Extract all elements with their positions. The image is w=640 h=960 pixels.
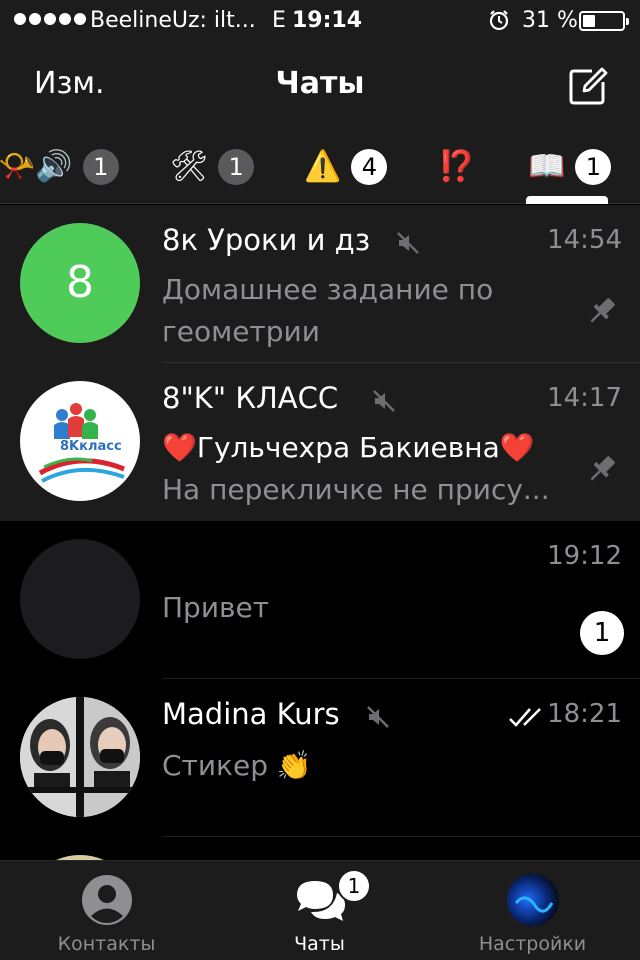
chat-row-8k-uroki[interactable]: 8 8к Уроки и дз 14:54 Домашнее задание п… xyxy=(0,205,640,363)
tab-label: Чаты xyxy=(294,933,345,955)
tab-settings[interactable]: Настройки xyxy=(426,861,639,960)
tab-chats[interactable]: 1 Чаты xyxy=(213,861,426,960)
folder-badge: 1 xyxy=(82,149,119,185)
folder-emoji: 📖 xyxy=(528,149,566,184)
folder-tab-important[interactable]: ⁉️ xyxy=(438,140,475,194)
chat-sender: ❤️Гульчехра Бакиевна❤️ xyxy=(162,431,535,464)
avatar: 8 xyxy=(20,223,140,343)
folder-tab-tools[interactable]: 🛠 1 xyxy=(170,140,255,194)
compose-icon[interactable] xyxy=(566,64,610,108)
muted-speaker-icon xyxy=(373,390,395,412)
folder-tab-school[interactable]: 📖 1 xyxy=(528,140,612,194)
chat-name: Madina Kurs xyxy=(162,697,340,731)
folder-emoji: 🛠 xyxy=(170,149,209,184)
chat-row-partial[interactable] xyxy=(0,837,640,860)
status-bar: BeelineUz: ilt... E 19:14 31 % xyxy=(0,0,640,42)
avatar: 8Kкласс xyxy=(20,381,140,501)
chat-preview: Стикер 👏 xyxy=(162,749,312,782)
chat-row-8k-klass[interactable]: 8Kкласс 8"K" КЛАСС 14:17 ❤️Гульчехра Бак… xyxy=(0,363,640,521)
chat-time: 14:17 xyxy=(547,383,622,413)
muted-speaker-icon xyxy=(367,706,389,728)
tab-bar: Контакты 1 Чаты Настройки xyxy=(0,860,640,960)
avatar-logo-text: 8Kкласс xyxy=(60,439,122,454)
navigation-bar: Изм. Чаты xyxy=(0,42,640,130)
pin-icon xyxy=(590,456,615,481)
chat-preview: Домашнее задание по геометрии xyxy=(162,273,494,348)
avatar xyxy=(20,697,140,817)
unread-badge: 1 xyxy=(580,611,624,655)
network-type: E xyxy=(272,8,286,33)
active-tab-indicator xyxy=(526,196,608,204)
folder-badge: 1 xyxy=(218,149,255,185)
contacts-icon xyxy=(81,875,132,925)
chat-name: 8к Уроки и дз xyxy=(162,223,371,257)
alarm-icon xyxy=(489,10,509,31)
double-check-icon xyxy=(509,708,541,727)
chat-name: 8"K" КЛАСС xyxy=(162,381,339,415)
tab-contacts[interactable]: Контакты xyxy=(0,861,213,960)
folder-tab-warning[interactable]: ⚠️ 4 xyxy=(304,140,388,194)
chat-list: 8 8к Уроки и дз 14:54 Домашнее задание п… xyxy=(0,205,640,860)
signal-dots-icon xyxy=(14,13,86,25)
avatar xyxy=(20,539,140,659)
folder-badge: 4 xyxy=(351,149,388,185)
folder-badge: 1 xyxy=(575,149,612,185)
folder-emoji: ⚠️ xyxy=(304,149,342,184)
battery-icon xyxy=(579,11,629,31)
pin-icon xyxy=(590,298,615,323)
page-title: Чаты xyxy=(275,66,365,101)
chat-time: 19:12 xyxy=(547,541,622,571)
profile-avatar-icon xyxy=(506,874,559,926)
folder-emoji: ⁉️ xyxy=(438,149,476,184)
chat-row-unnamed[interactable]: 19:12 Привет 1 xyxy=(0,521,640,679)
chat-preview: На перекличке не прису... xyxy=(162,473,550,506)
carrier-name: BeelineUz: ilt... xyxy=(90,8,256,33)
tab-badge: 1 xyxy=(337,869,371,903)
chat-time: 14:54 xyxy=(547,225,622,255)
folder-tabs: 📯🔊 1 🛠 1 ⚠️ 4 ⁉️ 📖 1 xyxy=(0,130,640,204)
tab-label: Контакты xyxy=(57,933,156,955)
chat-row-madina-kurs[interactable]: Madina Kurs 18:21 Стикер 👏 xyxy=(0,679,640,837)
folder-tab-announcements[interactable]: 📯🔊 1 xyxy=(0,140,119,194)
muted-speaker-icon xyxy=(397,232,419,254)
chat-preview: Привет xyxy=(162,591,270,624)
chat-preview-block: ❤️Гульчехра Бакиевна❤️ На перекличке не … xyxy=(162,427,562,511)
avatar-letter: 8 xyxy=(20,223,140,343)
tab-label: Настройки xyxy=(478,933,587,955)
chat-time: 18:21 xyxy=(547,699,622,729)
battery-percent: 31 % xyxy=(522,8,578,33)
photo-avatar-icon xyxy=(20,697,140,817)
status-time: 19:14 xyxy=(292,8,363,33)
folder-emoji: 📯🔊 xyxy=(0,149,73,184)
